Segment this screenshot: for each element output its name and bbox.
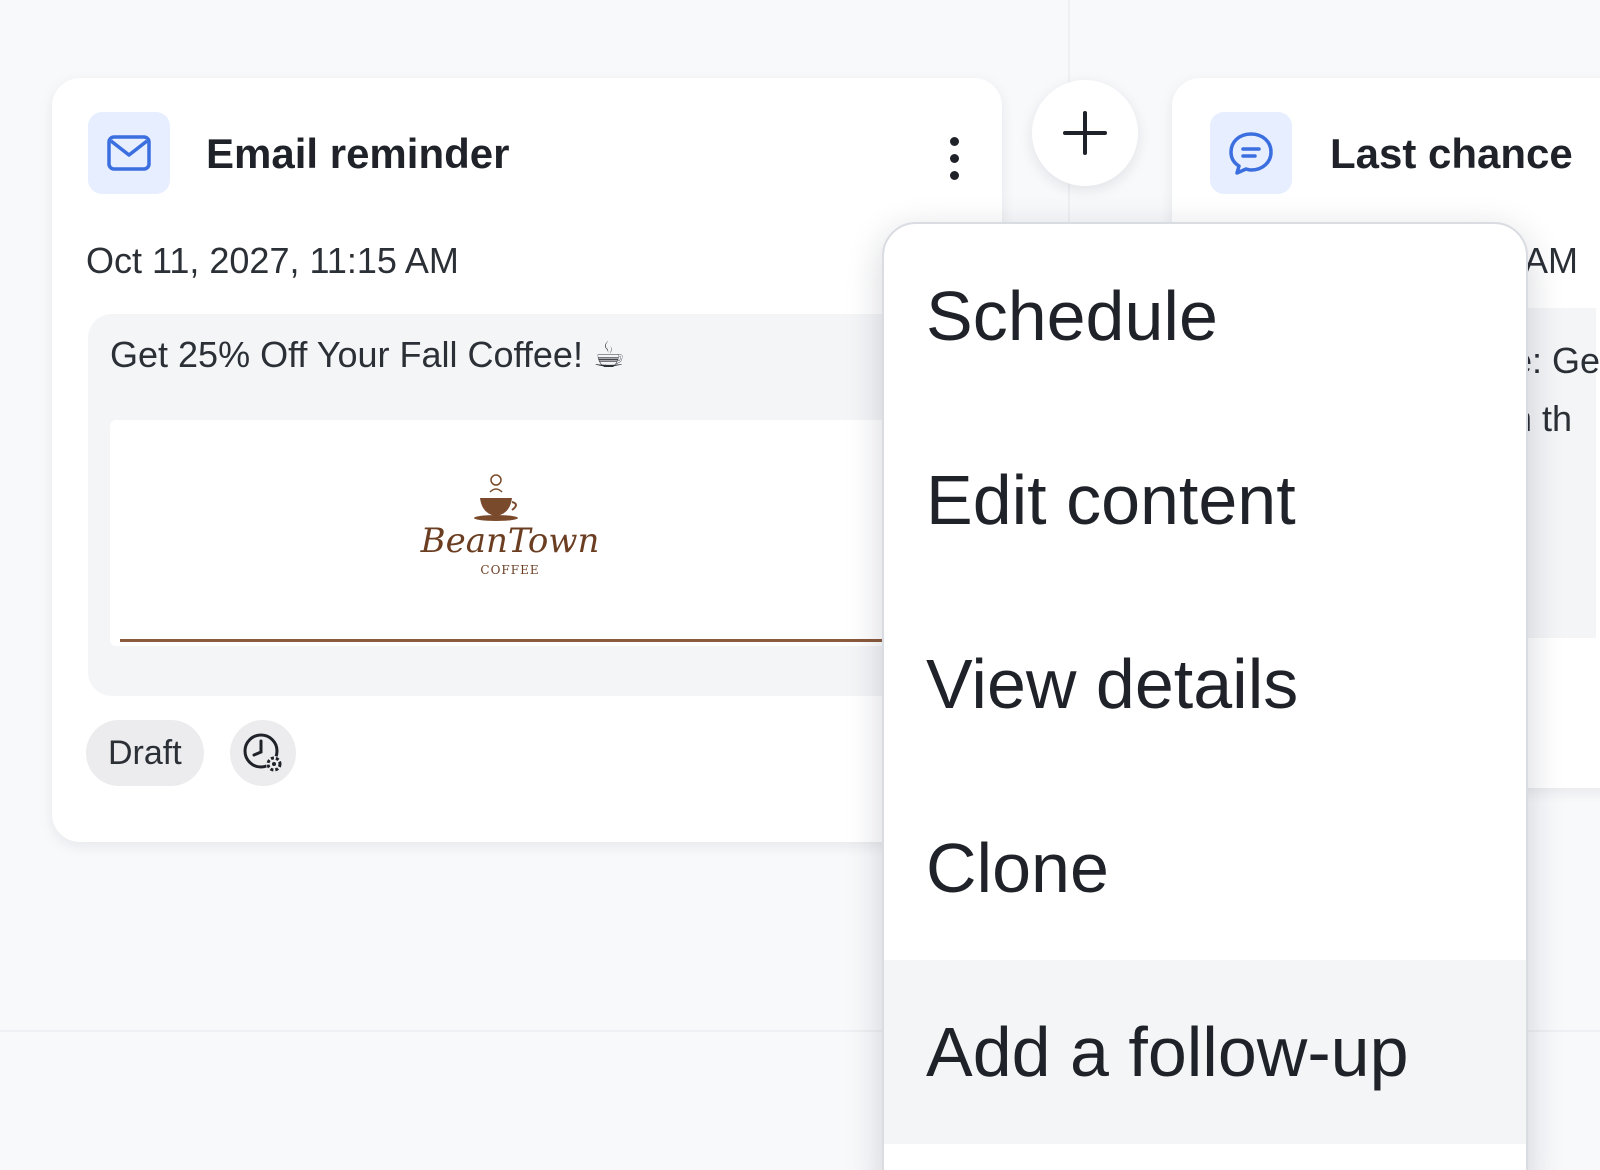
svg-text:COFFEE: COFFEE	[480, 563, 539, 577]
email-thumbnail: BeanTown COFFEE	[110, 420, 968, 646]
menu-item-add-follow-up[interactable]: Add a follow-up	[884, 960, 1526, 1144]
email-step-card[interactable]: Email reminder Oct 11, 2027, 11:15 AM Ge…	[52, 78, 1002, 842]
clock-settings-icon[interactable]	[230, 720, 296, 786]
thumbnail-accent-rule	[120, 639, 968, 642]
status-badge: Draft	[86, 720, 204, 786]
menu-item-edit-content[interactable]: Edit content	[884, 408, 1526, 592]
more-vertical-icon[interactable]	[932, 128, 976, 188]
card-title: Email reminder	[206, 130, 510, 177]
card-title: Last chance	[1330, 130, 1573, 177]
menu-item-schedule[interactable]: Schedule	[884, 224, 1526, 408]
brand-logo: BeanTown COFFEE	[410, 470, 610, 590]
email-subject: Get 25% Off Your Fall Coffee! ☕	[110, 334, 626, 375]
menu-item-clone[interactable]: Clone	[884, 776, 1526, 960]
step-actions-menu: Schedule Edit content View details Clone…	[882, 222, 1528, 1170]
add-step-button[interactable]	[1032, 80, 1138, 186]
menu-item-view-details[interactable]: View details	[884, 592, 1526, 776]
email-preview[interactable]: Get 25% Off Your Fall Coffee! ☕ BeanTown…	[88, 314, 968, 696]
chat-bubble-icon	[1210, 112, 1292, 194]
send-timestamp: Oct 11, 2027, 11:15 AM	[86, 240, 459, 281]
svg-text:BeanTown: BeanTown	[420, 521, 600, 561]
plus-icon	[1063, 111, 1107, 155]
mail-icon	[88, 112, 170, 194]
canvas: Email reminder Oct 11, 2027, 11:15 AM Ge…	[0, 0, 1600, 1170]
